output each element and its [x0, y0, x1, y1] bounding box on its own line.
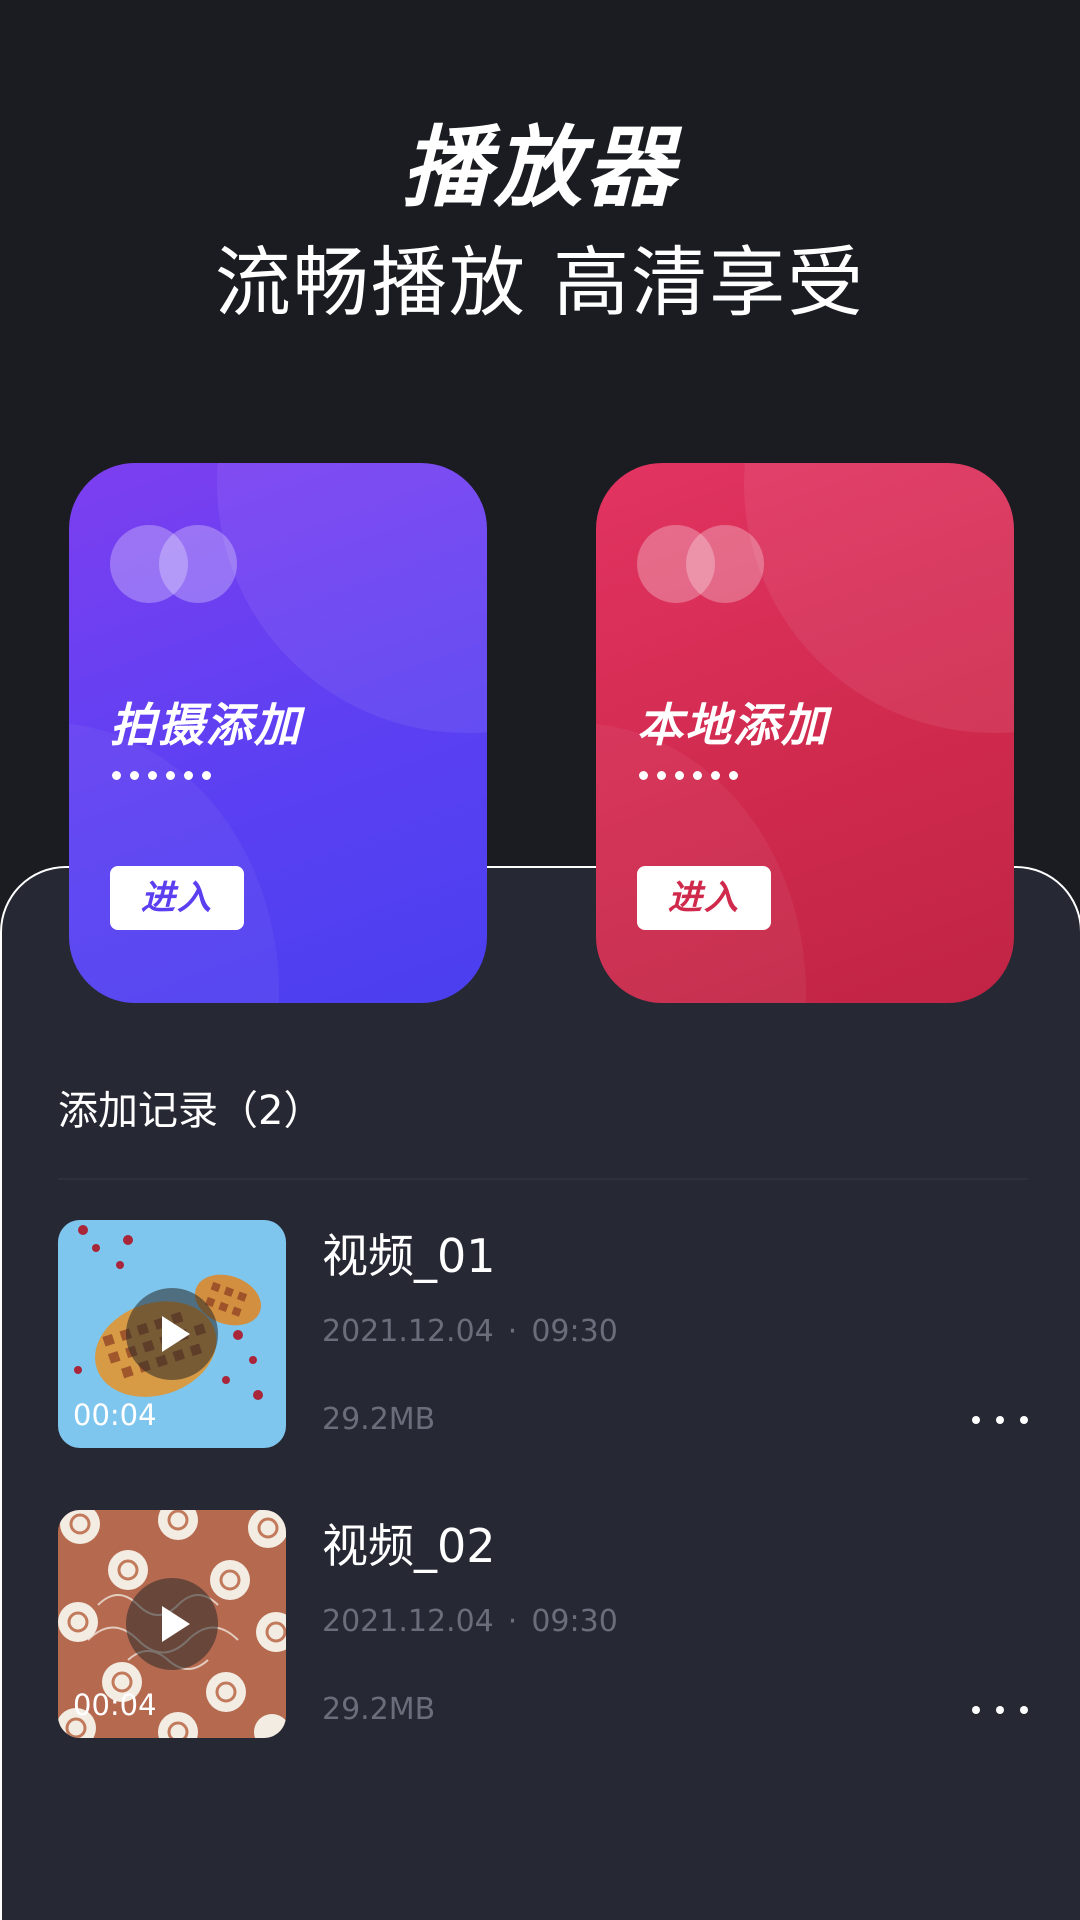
page-title: 播放器 [401, 116, 678, 219]
video-duration: 00:04 [73, 1688, 157, 1722]
video-size: 29.2MB [322, 1692, 436, 1727]
play-icon[interactable] [126, 1578, 218, 1670]
video-size: 29.2MB [322, 1402, 436, 1437]
play-icon[interactable] [126, 1288, 218, 1380]
more-dots-icon[interactable] [972, 1404, 1028, 1436]
video-thumbnail[interactable]: 00:04 [58, 1220, 286, 1448]
list-item[interactable]: 00:04 视频_02 2021.12.04 · 09:30 29.2MB [58, 1510, 1028, 1738]
card-dots [112, 771, 211, 780]
page-subtitle: 流畅播放 高清享受 [214, 238, 866, 327]
overlapping-circles-icon [637, 525, 767, 605]
video-time: 09:30 [531, 1314, 618, 1349]
video-date-time: 2021.12.04 · 09:30 [322, 1602, 618, 1642]
local-add-card[interactable]: 本地添加 进入 [596, 463, 1014, 1003]
card-decoration [217, 463, 487, 733]
separator-dot: · [507, 1314, 518, 1349]
card-decoration [596, 723, 806, 1003]
card-decoration [69, 723, 279, 1003]
list-item[interactable]: 00:04 视频_01 2021.12.04 · 09:30 29.2MB [58, 1220, 1028, 1448]
shoot-add-card[interactable]: 拍摄添加 进入 [69, 463, 487, 1003]
card-dots [639, 771, 738, 780]
card-label: 拍摄添加 [110, 698, 302, 752]
video-date: 2021.12.04 [322, 1314, 494, 1349]
video-title: 视频_01 [322, 1229, 496, 1283]
video-time: 09:30 [531, 1604, 618, 1639]
separator-dot: · [507, 1604, 518, 1639]
enter-button[interactable]: 进入 [110, 866, 244, 930]
player-home-page: 播放器 流畅播放 高清享受 拍摄添加 进入 本地添加 进入 添加记录（2） 00… [0, 0, 1080, 1920]
video-thumbnail[interactable]: 00:04 [58, 1510, 286, 1738]
video-title: 视频_02 [322, 1519, 496, 1573]
divider [58, 1178, 1028, 1180]
video-date: 2021.12.04 [322, 1604, 494, 1639]
records-heading: 添加记录（2） [58, 1088, 324, 1134]
more-dots-icon[interactable] [972, 1694, 1028, 1726]
overlapping-circles-icon [110, 525, 240, 605]
video-duration: 00:04 [73, 1398, 157, 1432]
card-label: 本地添加 [637, 698, 829, 752]
card-decoration [744, 463, 1014, 733]
video-date-time: 2021.12.04 · 09:30 [322, 1312, 618, 1352]
enter-button[interactable]: 进入 [637, 866, 771, 930]
